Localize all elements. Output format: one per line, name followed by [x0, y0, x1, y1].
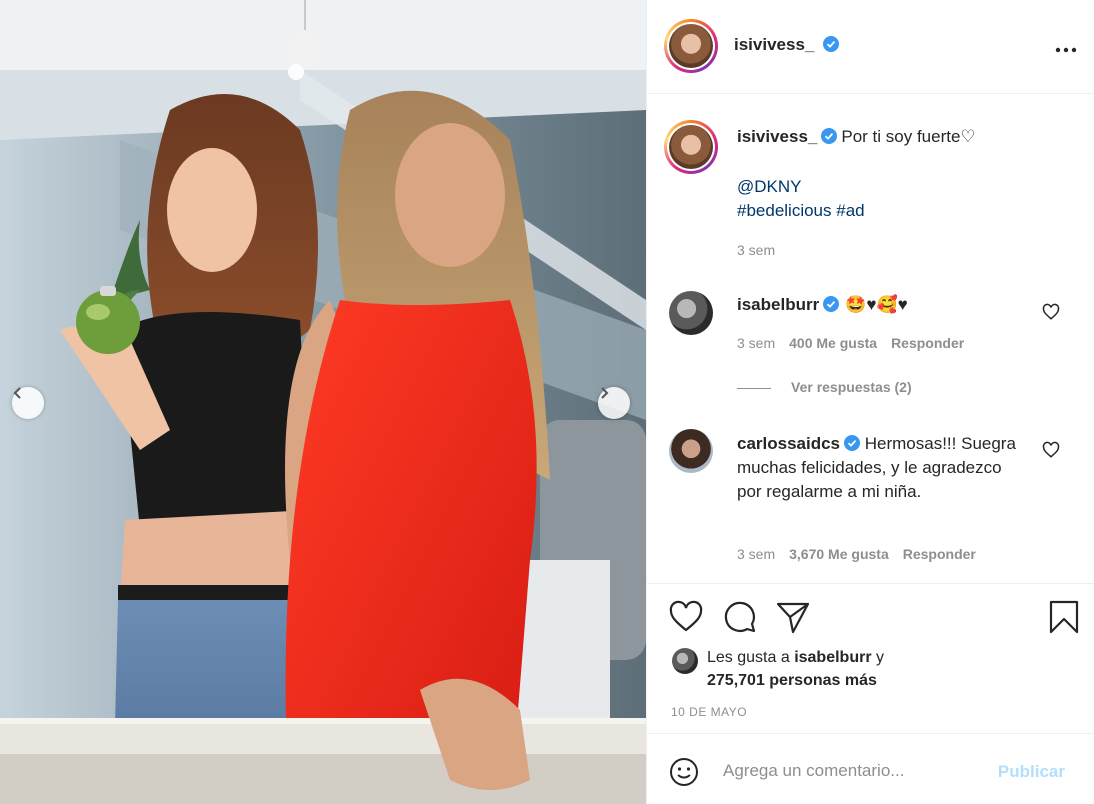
share-send-icon[interactable]	[776, 600, 810, 634]
comments-list[interactable]: isivivess_ Por ti soy fuerte♡ @DKNY #bed…	[647, 95, 1094, 583]
liker-avatar[interactable]	[672, 648, 698, 674]
verified-badge-icon	[823, 36, 840, 52]
likes-suffix: y	[876, 649, 884, 666]
like-heart-icon[interactable]	[669, 600, 703, 634]
likes-summary: Les gusta a isabelburr y	[707, 649, 884, 667]
comment-bubble-icon[interactable]	[723, 600, 757, 634]
view-replies-button[interactable]: Ver respuestas (2)	[737, 379, 912, 395]
more-options-button[interactable]	[1055, 36, 1077, 59]
emoji-icon[interactable]	[669, 757, 699, 787]
comment-like-heart-icon[interactable]	[1042, 303, 1060, 321]
caption-line: isivivess_ Por ti soy fuerte♡	[737, 127, 976, 147]
likes-prefix: Les gusta a	[707, 649, 790, 666]
comment-input[interactable]	[723, 756, 993, 786]
author-avatar[interactable]	[664, 19, 718, 73]
likes-user-link[interactable]: isabelburr	[794, 649, 871, 666]
comment-line: carlossaidcs Hermosas!!! Suegra muchas f…	[737, 432, 1017, 504]
chevron-left-icon	[13, 387, 21, 399]
caption-avatar[interactable]	[664, 120, 718, 174]
author-username[interactable]: isivivess_	[734, 35, 814, 54]
caption-hashtags[interactable]: #bedelicious #ad	[737, 201, 865, 221]
comment-time[interactable]: 3 sem	[737, 546, 775, 562]
view-replies-label: Ver respuestas (2)	[791, 379, 912, 395]
carousel-prev-button[interactable]	[12, 387, 44, 419]
carousel-next-button[interactable]	[598, 387, 630, 419]
save-bookmark-icon[interactable]	[1047, 600, 1081, 634]
post-date[interactable]: 10 DE MAYO	[671, 705, 747, 719]
post-photo[interactable]	[0, 0, 646, 804]
verified-badge-icon	[844, 435, 861, 451]
likes-others-link[interactable]: 275,701 personas más	[707, 672, 877, 690]
author-username-row[interactable]: isivivess_	[734, 35, 840, 55]
publish-button[interactable]: Publicar	[998, 762, 1065, 782]
comment-like-heart-icon[interactable]	[1042, 441, 1060, 459]
comment-reply-button[interactable]: Responder	[891, 335, 964, 351]
post-image-illustration	[0, 0, 646, 804]
post-header: isivivess_	[647, 0, 1094, 94]
comment-meta: 3 sem 400 Me gusta Responder	[737, 335, 964, 351]
comment-likes[interactable]: 400 Me gusta	[789, 335, 877, 351]
caption-username[interactable]: isivivess_	[737, 127, 817, 146]
comment-reply-button[interactable]: Responder	[903, 546, 976, 562]
commenter-avatar[interactable]	[669, 429, 713, 473]
comment-username[interactable]: isabelburr	[737, 295, 819, 314]
comment-line: isabelburr 🤩♥🥰♥	[737, 295, 908, 315]
comment-username[interactable]: carlossaidcs	[737, 434, 840, 453]
comment-likes[interactable]: 3,670 Me gusta	[789, 546, 889, 562]
post-actions: Les gusta a isabelburr y 275,701 persona…	[647, 583, 1094, 733]
verified-badge-icon	[823, 296, 840, 312]
replies-divider	[737, 387, 771, 389]
commenter-avatar[interactable]	[669, 291, 713, 335]
ellipsis-icon	[1055, 47, 1077, 53]
comment-text: 🤩♥🥰♥	[845, 295, 908, 314]
post-side-panel: isivivess_ isivivess_ Por ti soy fuerte♡…	[646, 0, 1094, 804]
chevron-right-icon	[601, 387, 609, 399]
comment-time[interactable]: 3 sem	[737, 335, 775, 351]
verified-badge-icon	[821, 128, 838, 144]
add-comment-bar: Publicar	[647, 733, 1094, 804]
comment-meta: 3 sem 3,670 Me gusta Responder	[737, 546, 976, 562]
caption-text: Por ti soy fuerte♡	[841, 127, 976, 146]
caption-time[interactable]: 3 sem	[737, 242, 775, 258]
caption-mention-link[interactable]: @DKNY	[737, 177, 802, 197]
